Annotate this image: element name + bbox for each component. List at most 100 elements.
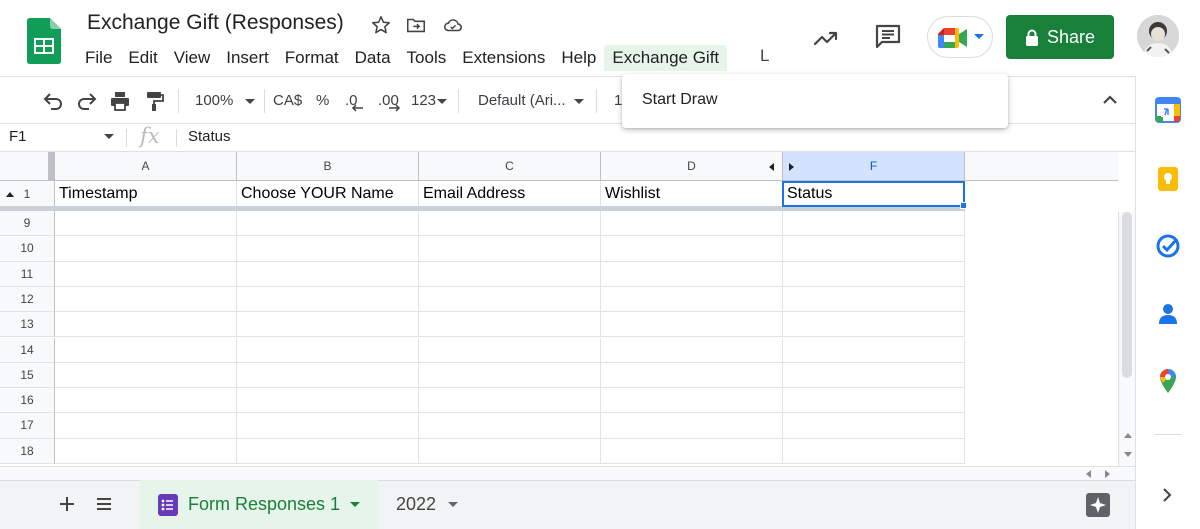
caret-left-icon[interactable] xyxy=(768,163,776,171)
print-icon[interactable] xyxy=(109,89,131,113)
scroll-right-icon[interactable] xyxy=(1105,470,1111,478)
grid-cell[interactable] xyxy=(601,413,783,439)
grid-cell[interactable] xyxy=(783,337,965,363)
row-header-17[interactable]: 17 xyxy=(0,413,55,439)
grid-cell[interactable] xyxy=(783,286,965,313)
row-header-13[interactable]: 13 xyxy=(0,312,55,338)
sheet-tab-2022[interactable]: 2022 xyxy=(386,480,478,529)
grid-cell[interactable] xyxy=(419,388,601,414)
menu-item-start-draw[interactable]: Start Draw xyxy=(642,91,718,109)
grid-cell[interactable] xyxy=(237,388,419,414)
menu-data[interactable]: Data xyxy=(347,45,399,71)
column-header-a[interactable]: A xyxy=(55,152,237,181)
scroll-left-icon[interactable] xyxy=(1085,470,1091,478)
grid-cell[interactable] xyxy=(55,286,237,313)
column-header-b[interactable]: B xyxy=(237,152,419,181)
all-sheets-icon[interactable] xyxy=(95,496,113,512)
menu-tools[interactable]: Tools xyxy=(399,45,455,71)
menu-view[interactable]: View xyxy=(166,45,219,71)
grid-cell[interactable] xyxy=(783,312,965,338)
grid-cell[interactable] xyxy=(601,261,783,287)
grid-cell[interactable] xyxy=(601,211,783,237)
select-all-corner[interactable] xyxy=(0,152,55,181)
grid-cell[interactable] xyxy=(55,413,237,439)
horizontal-scrollbar[interactable] xyxy=(0,466,1135,480)
name-box[interactable]: F1 xyxy=(9,128,27,145)
menu-exchange-gift[interactable]: Exchange Gift xyxy=(604,45,728,71)
header-cell-name[interactable]: Choose YOUR Name xyxy=(237,181,419,207)
chevron-down-icon[interactable] xyxy=(245,99,255,123)
column-header-d[interactable]: D xyxy=(601,152,783,181)
font-select[interactable]: Default (Ari... xyxy=(478,89,566,113)
menu-file[interactable]: File xyxy=(77,45,120,71)
row-header-14[interactable]: 14 xyxy=(0,337,55,363)
row-header-16[interactable]: 16 xyxy=(0,388,55,414)
menu-insert[interactable]: Insert xyxy=(218,45,277,71)
row-header-9[interactable]: 9 xyxy=(0,211,55,237)
tasks-icon[interactable] xyxy=(1155,233,1181,259)
row-header-10[interactable]: 10 xyxy=(0,236,55,262)
grid-cell[interactable] xyxy=(419,236,601,262)
row-header-15[interactable]: 15 xyxy=(0,362,55,389)
grid-cell[interactable] xyxy=(419,211,601,237)
star-icon[interactable] xyxy=(370,14,392,36)
grid-cell[interactable] xyxy=(419,261,601,287)
chevron-down-icon[interactable] xyxy=(437,99,447,123)
menu-extensions[interactable]: Extensions xyxy=(454,45,553,71)
percent-format-button[interactable]: % xyxy=(316,89,329,113)
undo-icon[interactable] xyxy=(42,89,64,113)
grid-cell[interactable] xyxy=(783,261,965,287)
move-to-folder-icon[interactable] xyxy=(405,14,427,36)
avatar[interactable] xyxy=(1137,15,1179,57)
number-format-select[interactable]: 123 xyxy=(411,89,436,113)
chevron-down-icon[interactable] xyxy=(448,501,459,508)
grid-cell[interactable] xyxy=(55,438,237,464)
chevron-down-icon[interactable] xyxy=(350,501,361,508)
grid-cell[interactable] xyxy=(237,337,419,363)
row-header-11[interactable]: 11 xyxy=(0,261,55,287)
grid-cell[interactable] xyxy=(237,312,419,338)
header-cell-timestamp[interactable]: Timestamp xyxy=(55,181,237,207)
maps-icon[interactable] xyxy=(1155,368,1181,394)
grid-cell[interactable] xyxy=(55,261,237,287)
add-sheet-icon[interactable] xyxy=(58,495,76,513)
vertical-scroll-thumb[interactable] xyxy=(1122,212,1132,378)
caret-right-icon[interactable] xyxy=(787,163,795,171)
menu-help[interactable]: Help xyxy=(553,45,604,71)
zoom-select[interactable]: 100% xyxy=(195,89,233,113)
caret-up-icon[interactable] xyxy=(6,191,14,197)
chevron-right-icon[interactable] xyxy=(1161,487,1173,503)
grid-cell[interactable] xyxy=(601,438,783,464)
meet-button[interactable] xyxy=(927,16,993,58)
document-title[interactable]: Exchange Gift (Responses) xyxy=(87,11,344,35)
grid-cell[interactable] xyxy=(601,362,783,389)
column-header-c[interactable]: C xyxy=(419,152,601,181)
keep-icon[interactable] xyxy=(1155,166,1181,192)
grid-cell[interactable] xyxy=(601,388,783,414)
grid-cell[interactable] xyxy=(55,211,237,237)
grid-cell[interactable] xyxy=(55,337,237,363)
currency-format-button[interactable]: CA$ xyxy=(273,89,302,113)
grid-cell[interactable] xyxy=(419,312,601,338)
grid-cell[interactable] xyxy=(237,413,419,439)
chevron-down-icon[interactable] xyxy=(574,99,584,123)
menu-edit[interactable]: Edit xyxy=(120,45,165,71)
grid-cell[interactable] xyxy=(783,236,965,262)
calendar-icon[interactable] xyxy=(1155,97,1181,123)
contacts-icon[interactable] xyxy=(1155,301,1181,327)
redo-icon[interactable] xyxy=(76,89,98,113)
chevron-up-icon[interactable] xyxy=(1102,95,1118,119)
grid-cell[interactable] xyxy=(783,362,965,389)
header-cell-email[interactable]: Email Address xyxy=(419,181,601,207)
cloud-saved-icon[interactable] xyxy=(442,14,464,36)
grid-cell[interactable] xyxy=(237,261,419,287)
grid-cell[interactable] xyxy=(237,236,419,262)
grid-cell[interactable] xyxy=(237,362,419,389)
grid-cell[interactable] xyxy=(419,438,601,464)
grid-cell[interactable] xyxy=(237,438,419,464)
grid-cell[interactable] xyxy=(55,312,237,338)
chevron-down-icon[interactable] xyxy=(104,134,114,140)
sheet-tab-form-responses[interactable]: Form Responses 1 xyxy=(140,480,378,529)
fill-handle[interactable] xyxy=(960,202,967,209)
grid-cell[interactable] xyxy=(783,211,965,237)
